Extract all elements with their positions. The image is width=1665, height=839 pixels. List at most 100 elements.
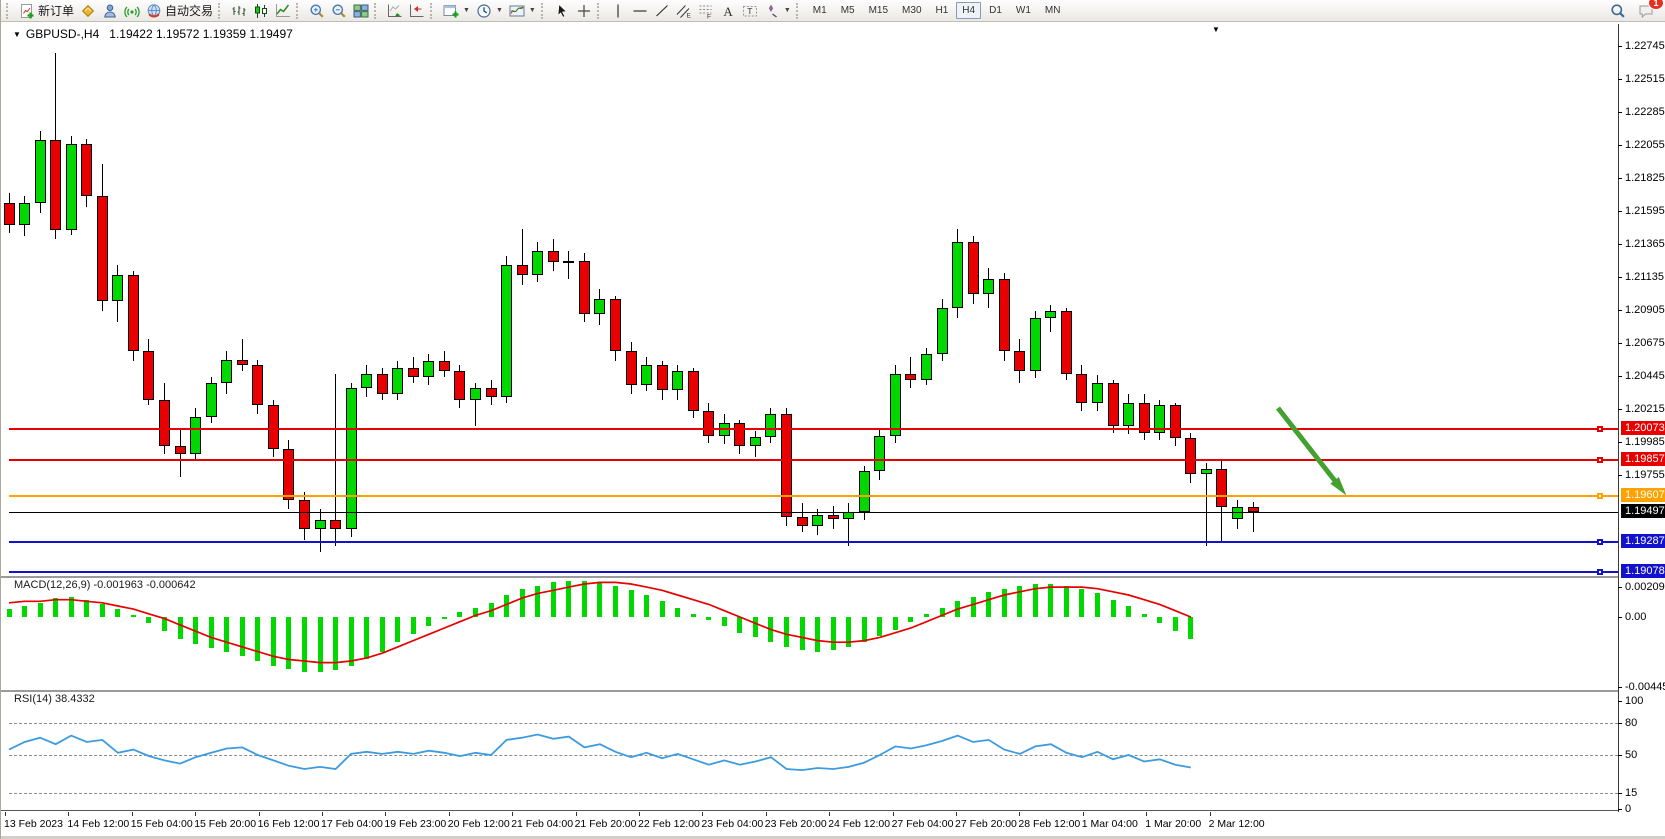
- toolbar-button-candle-chart-mode[interactable]: [250, 1, 272, 21]
- toolbar-button-arrows-tool[interactable]: ▼: [761, 1, 794, 21]
- toolbar-button-notifications[interactable]: 1: [1635, 1, 1657, 21]
- timeframe-m5[interactable]: M5: [835, 2, 861, 19]
- toolbar-button-search[interactable]: [1607, 1, 1629, 21]
- macd-histogram-bar: [893, 617, 898, 630]
- toolbar-button-horizontal-line-tool[interactable]: [629, 1, 651, 21]
- toolbar-group-grip[interactable]: [296, 3, 302, 19]
- toolbar-button-trendline-tool[interactable]: [651, 1, 673, 21]
- toolbar-button-line-chart-mode[interactable]: [272, 1, 294, 21]
- macd-histogram-bar: [986, 592, 991, 617]
- timeframe-h4[interactable]: H4: [956, 2, 981, 19]
- chart-shift-icon: [409, 3, 425, 19]
- time-axis-tick: [956, 812, 957, 816]
- price-pane[interactable]: [9, 24, 1618, 576]
- macd-pane[interactable]: [9, 579, 1618, 689]
- candle: [517, 265, 528, 275]
- horizontal-level-line[interactable]: [9, 571, 1618, 573]
- price-axis-tick: [1618, 475, 1622, 476]
- toolbar-button-equidistant-channel-tool[interactable]: E: [673, 1, 695, 21]
- rsi-axis-tick: [1618, 701, 1622, 702]
- time-axis-label: 14 Feb 12:00: [67, 818, 129, 830]
- svg-text:A: A: [723, 4, 733, 19]
- timeframe-m30[interactable]: M30: [896, 2, 927, 19]
- toolbar-button-new-order[interactable]: 新订单: [16, 1, 77, 21]
- separator-price-macd[interactable]: [1, 576, 1618, 578]
- toolbar-button-crosshair[interactable]: [573, 1, 595, 21]
- toolbar-button-signals[interactable]: [99, 1, 121, 21]
- candle-wick: [1206, 463, 1207, 546]
- toolbar-button-templates[interactable]: ▼: [506, 1, 539, 21]
- horizontal-level-line[interactable]: [9, 495, 1618, 497]
- horizontal-level-line[interactable]: [9, 428, 1618, 430]
- timeframe-w1[interactable]: W1: [1010, 2, 1037, 19]
- chart-menu-icon[interactable]: ▼: [13, 30, 21, 39]
- line-handle[interactable]: [1597, 539, 1603, 545]
- price-axis-line: [1618, 24, 1619, 812]
- toolbar-button-cursor[interactable]: [551, 1, 573, 21]
- candle: [952, 242, 963, 308]
- macd-axis-value: -0.004455: [1625, 681, 1665, 693]
- macd-histogram-bar: [442, 617, 447, 619]
- tile-windows-icon: [353, 3, 369, 19]
- toolbar-button-news-feed[interactable]: [121, 1, 143, 21]
- macd-histogram-bar: [629, 590, 634, 617]
- macd-histogram-bar: [815, 617, 820, 652]
- price-axis-value: 1.22745: [1625, 40, 1665, 52]
- price-level-label: 1.19078: [1621, 564, 1665, 578]
- timeframe-mn[interactable]: MN: [1039, 2, 1067, 19]
- line-handle[interactable]: [1597, 493, 1603, 499]
- toolbar-button-new-chart[interactable]: ▼: [440, 1, 473, 21]
- toolbar-button-text-tool[interactable]: A: [717, 1, 739, 21]
- timeframe-m1[interactable]: M1: [807, 2, 833, 19]
- toolbar-button-fibonacci-tool[interactable]: F: [695, 1, 717, 21]
- toolbar-group-grip[interactable]: [6, 3, 12, 19]
- text-icon: A: [720, 3, 736, 19]
- macd-histogram-bar: [691, 614, 696, 617]
- candle: [66, 144, 77, 230]
- timeframe-m15[interactable]: M15: [863, 2, 894, 19]
- toolbar-group-grip[interactable]: [430, 3, 436, 19]
- rsi-indicator-label: RSI(14) 38.4332: [14, 693, 95, 705]
- macd-histogram-bar: [877, 617, 882, 636]
- candle: [221, 360, 232, 383]
- toolbar-button-zoom-in[interactable]: [306, 1, 328, 21]
- toolbar-group-grip[interactable]: [796, 3, 802, 19]
- toolbar-button-periods[interactable]: ▼: [473, 1, 506, 21]
- candle: [361, 374, 372, 388]
- toolbar-group-grip[interactable]: [597, 3, 603, 19]
- toolbar-button-text-label-tool[interactable]: T: [739, 1, 761, 21]
- candle: [1030, 318, 1041, 371]
- rsi-axis-tick: [1618, 793, 1622, 794]
- toolbar-button-zoom-out[interactable]: [328, 1, 350, 21]
- line-handle[interactable]: [1597, 426, 1603, 432]
- candle-wick: [242, 339, 243, 371]
- rsi-axis-value: 50: [1625, 749, 1637, 761]
- toolbar-button-tile-windows[interactable]: [350, 1, 372, 21]
- horizontal-level-line[interactable]: [9, 541, 1618, 543]
- notification-badge: 1: [1648, 0, 1664, 10]
- toolbar-button-chart-shift[interactable]: [406, 1, 428, 21]
- candle-wick: [1253, 502, 1254, 532]
- toolbar-group-grip[interactable]: [218, 3, 224, 19]
- candle: [377, 374, 388, 394]
- toolbar-button-auto-scroll[interactable]: [384, 1, 406, 21]
- time-axis-tick: [132, 812, 133, 816]
- toolbar-group-grip[interactable]: [374, 3, 380, 19]
- price-axis-value: 1.21825: [1625, 172, 1665, 184]
- chart-shift-marker-icon[interactable]: ▼: [1212, 25, 1220, 34]
- macd-histogram-bar: [908, 617, 913, 622]
- separator-macd-rsi[interactable]: [1, 690, 1618, 692]
- svg-text:T: T: [747, 6, 752, 16]
- chevron-down-icon: ▼: [463, 7, 470, 14]
- horizontal-level-line[interactable]: [9, 459, 1618, 461]
- toolbar-group-grip[interactable]: [541, 3, 547, 19]
- timeframe-h1[interactable]: H1: [930, 2, 955, 19]
- line-handle[interactable]: [1597, 569, 1603, 575]
- toolbar-button-auto-trading[interactable]: 自动交易: [143, 1, 216, 21]
- candle: [175, 446, 186, 455]
- line-handle[interactable]: [1597, 457, 1603, 463]
- timeframe-d1[interactable]: D1: [983, 2, 1008, 19]
- toolbar-button-market[interactable]: [77, 1, 99, 21]
- toolbar-button-vertical-line-tool[interactable]: [607, 1, 629, 21]
- toolbar-button-bar-chart-mode[interactable]: [228, 1, 250, 21]
